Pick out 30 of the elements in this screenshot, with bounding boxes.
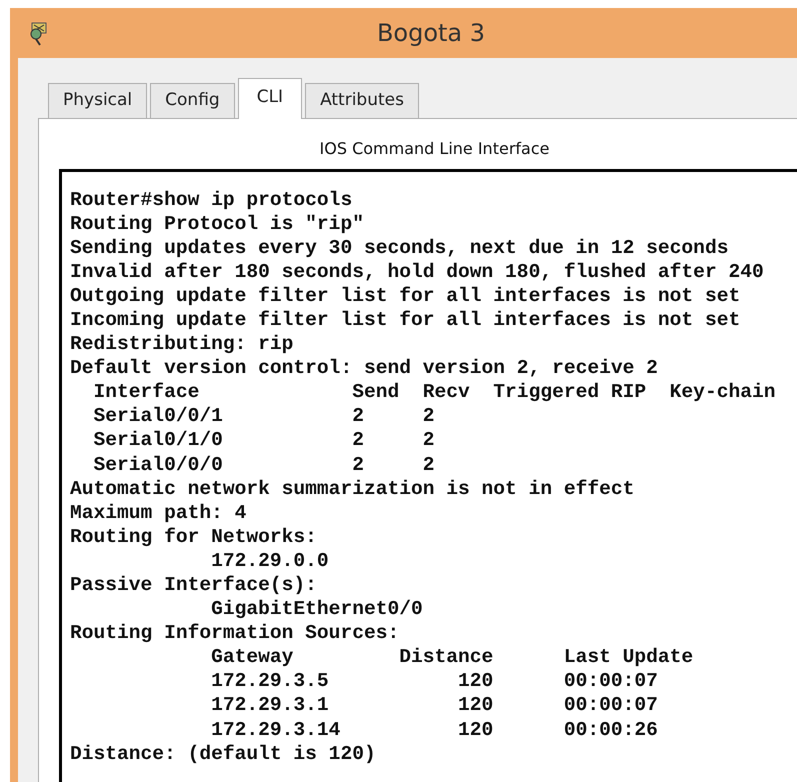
- terminal-line: Routing for Networks:: [70, 524, 318, 549]
- tab[interactable]: Attributes: [305, 83, 419, 118]
- terminal-line: Routing Information Sources:: [70, 621, 400, 646]
- terminal-line: Sending updates every 30 seconds, next due in 12 seconds: [70, 236, 730, 260]
- terminal-line: Serial0/0/1 2 2: [92, 404, 436, 428]
- terminal-line: Serial0/0/0 2 2: [92, 452, 436, 477]
- terminal-line: 172.29.0.0: [210, 548, 330, 573]
- terminal-line: 172.29.3.5 120 00:00:07: [210, 669, 659, 694]
- window-title: Bogota 3: [376, 18, 486, 49]
- terminal-line: GigabitEthernet0/0: [210, 597, 424, 622]
- terminal-line: Outgoing update filter list for all interfaces is not set: [70, 284, 742, 308]
- terminal-line: Interface Send Recv Triggered RIP Key-chain: [92, 380, 776, 404]
- tab[interactable]: CLI: [238, 78, 302, 118]
- terminal-line: 172.29.3.14 120 00:00:26: [210, 718, 659, 742]
- terminal-line: Automatic network summarization is not in effect: [70, 476, 636, 501]
- tab[interactable]: Config: [150, 83, 235, 118]
- panel-heading: IOS Command Line Interface: [318, 138, 550, 160]
- terminal-line: Default version control: send version 2, receive 2: [70, 356, 659, 380]
- terminal-line: Routing Protocol is "rip": [70, 212, 365, 236]
- terminal-line: Incoming update filter list for all interfaces is not set: [70, 308, 742, 332]
- terminal-line: Router#show ip protocols: [70, 188, 354, 212]
- terminal-line: Invalid after 180 seconds, hold down 180, flushed after 240: [70, 260, 765, 284]
- terminal-line: Gateway Distance Last Update: [210, 645, 694, 670]
- terminal-line: Serial0/1/0 2 2: [92, 428, 436, 453]
- terminal-line: Distance: (default is 120): [70, 742, 377, 766]
- terminal-line: Passive Interface(s):: [70, 573, 318, 598]
- terminal-line: 172.29.3.1 120 00:00:07: [210, 693, 659, 718]
- terminal-line: Maximum path: 4: [70, 500, 248, 525]
- terminal-line: Redistributing: rip: [70, 332, 294, 356]
- tab[interactable]: Physical: [48, 83, 148, 118]
